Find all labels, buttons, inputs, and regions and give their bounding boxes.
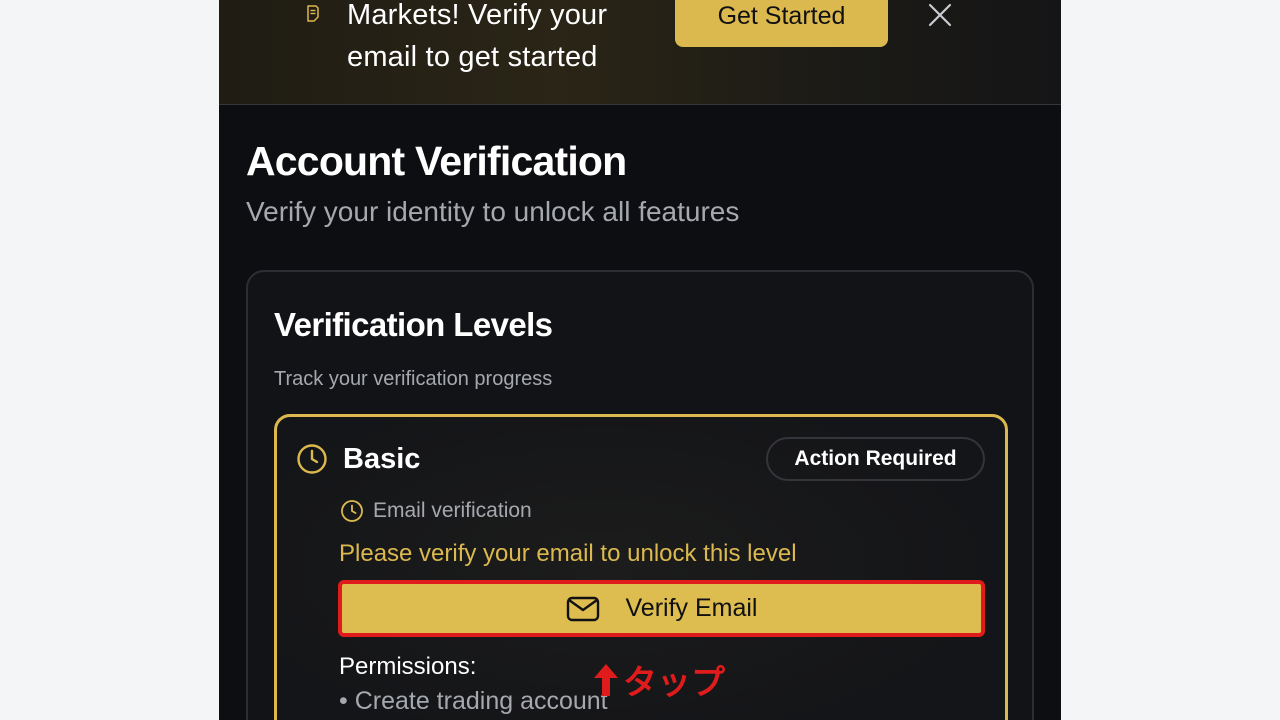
tap-annotation-text: タップ (623, 663, 725, 703)
app-screen: Markets! Verify your email to get starte… (219, 0, 1061, 720)
page-subtitle: Verify your identity to unlock all featu… (246, 196, 740, 227)
verify-email-label: Verify Email (625, 594, 758, 622)
document-icon (307, 5, 319, 22)
requirement-label: Email verification (373, 499, 532, 522)
verify-email-button[interactable]: Verify Email (338, 580, 985, 637)
card-description: Track your verification progress (274, 368, 553, 390)
basic-level-panel: Basic Action Required Email verification… (274, 414, 1008, 720)
tap-annotation: タップ (593, 655, 725, 704)
status-badge: Action Required (766, 437, 985, 481)
verification-warning: Please verify your email to unlock this … (339, 540, 797, 567)
clock-icon (341, 500, 363, 522)
banner-message: Markets! Verify your email to get starte… (347, 0, 608, 73)
clock-icon (297, 444, 327, 474)
get-started-button[interactable]: Get Started (675, 0, 888, 47)
verification-levels-card: Verification Levels Track your verificat… (246, 270, 1034, 720)
mail-icon (566, 596, 599, 621)
card-title: Verification Levels (274, 306, 553, 343)
level-name: Basic (343, 443, 421, 475)
permissions-title: Permissions: (339, 653, 477, 680)
page-title: Account Verification (246, 138, 627, 184)
arrow-up-icon (594, 663, 618, 696)
close-icon[interactable] (927, 2, 953, 28)
permission-item: • Create trading account (339, 687, 608, 715)
promo-banner: Markets! Verify your email to get starte… (219, 0, 1061, 105)
